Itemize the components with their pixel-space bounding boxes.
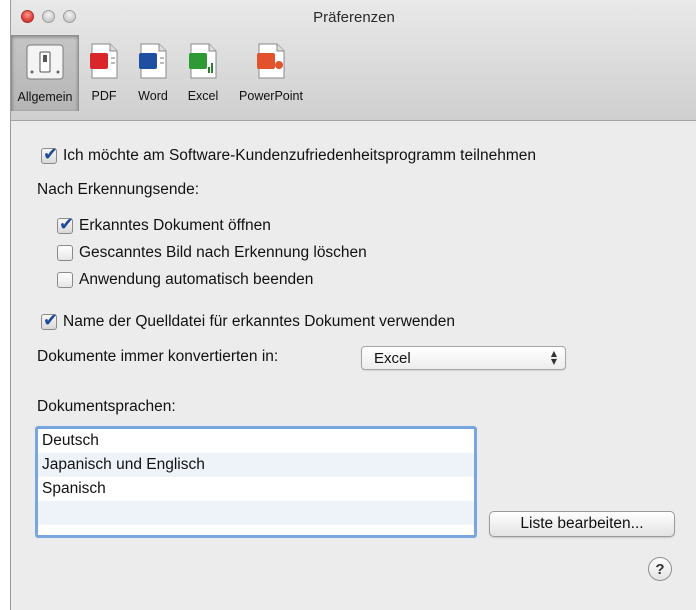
help-icon: ? xyxy=(655,560,665,578)
open-document-label: Erkanntes Dokument öffnen xyxy=(79,217,271,234)
powerpoint-document-icon xyxy=(251,41,291,81)
convert-to-value: Excel xyxy=(374,349,411,367)
languages-heading-text: Dokumentsprachen: xyxy=(37,398,176,415)
convert-to-label: Dokumente immer konvertierten in: xyxy=(37,348,278,366)
use-source-name-label: Name der Quelldatei für erkanntes Dokume… xyxy=(63,313,456,330)
quit-app-checkbox[interactable] xyxy=(57,272,73,288)
tab-allgemein-label: Allgemein xyxy=(17,90,73,104)
delete-scan-row[interactable]: Gescanntes Bild nach Erkennung löschen xyxy=(57,244,367,262)
preferences-toolbar: Allgemein PDF Word Excel PowerPoint xyxy=(11,35,317,111)
preferences-window: Präferenzen Allgemein PDF Word Excel Pow… xyxy=(10,0,696,610)
use-source-name-checkbox[interactable] xyxy=(41,310,58,331)
tab-allgemein[interactable]: Allgemein xyxy=(11,35,79,111)
tab-pdf[interactable]: PDF xyxy=(83,35,125,111)
convert-to-label-text: Dokumente immer konvertierten in: xyxy=(37,348,279,365)
tab-pdf-label: PDF xyxy=(91,89,117,103)
edit-list-button[interactable]: Liste bearbeiten... xyxy=(489,511,675,537)
languages-heading: Dokumentsprachen: xyxy=(37,398,176,416)
general-preferences-pane: Ich möchte am Software-Kundenzufriedenhe… xyxy=(11,121,696,610)
languages-list[interactable]: Deutsch Japanisch und Englisch Spanisch xyxy=(35,426,477,538)
quit-app-row[interactable]: Anwendung automatisch beenden xyxy=(57,271,313,289)
tab-powerpoint-label: PowerPoint xyxy=(239,89,303,103)
list-item[interactable]: Deutsch xyxy=(38,429,474,453)
tab-excel[interactable]: Excel xyxy=(181,35,225,111)
tab-word[interactable]: Word xyxy=(129,35,177,111)
list-item[interactable]: Japanisch und Englisch xyxy=(38,453,474,477)
list-item[interactable]: Spanisch xyxy=(38,477,474,501)
tab-word-label: Word xyxy=(138,89,168,103)
after-recognition-heading-text: Nach Erkennungsende: xyxy=(37,181,200,198)
after-recognition-heading: Nach Erkennungsende: xyxy=(37,181,199,199)
tab-powerpoint[interactable]: PowerPoint xyxy=(229,35,313,111)
participate-label: Ich möchte am Software-Kundenzufriedenhe… xyxy=(63,147,536,164)
convert-to-select[interactable]: Excel ▲ ▼ xyxy=(361,346,566,370)
participate-checkbox[interactable] xyxy=(41,144,58,165)
delete-scan-checkbox[interactable] xyxy=(57,245,73,261)
switch-icon xyxy=(25,42,65,82)
list-item[interactable] xyxy=(38,501,474,525)
pdf-document-icon xyxy=(84,41,124,81)
delete-scan-label: Gescanntes Bild nach Erkennung löschen xyxy=(79,244,367,261)
open-document-row[interactable]: Erkanntes Dokument öffnen xyxy=(57,214,271,235)
use-source-name-row[interactable]: Name der Quelldatei für erkanntes Dokume… xyxy=(41,310,456,331)
open-document-checkbox[interactable] xyxy=(57,214,74,235)
excel-document-icon xyxy=(183,41,223,81)
word-document-icon xyxy=(133,41,173,81)
quit-app-label: Anwendung automatisch beenden xyxy=(79,271,314,288)
up-down-arrows-icon: ▲ ▼ xyxy=(550,349,557,366)
tab-excel-label: Excel xyxy=(187,89,219,103)
participate-row[interactable]: Ich möchte am Software-Kundenzufriedenhe… xyxy=(41,144,536,165)
title-bar: Präferenzen Allgemein PDF Word Excel Pow… xyxy=(11,0,696,121)
window-title: Präferenzen xyxy=(313,9,395,26)
help-button[interactable]: ? xyxy=(648,557,672,581)
